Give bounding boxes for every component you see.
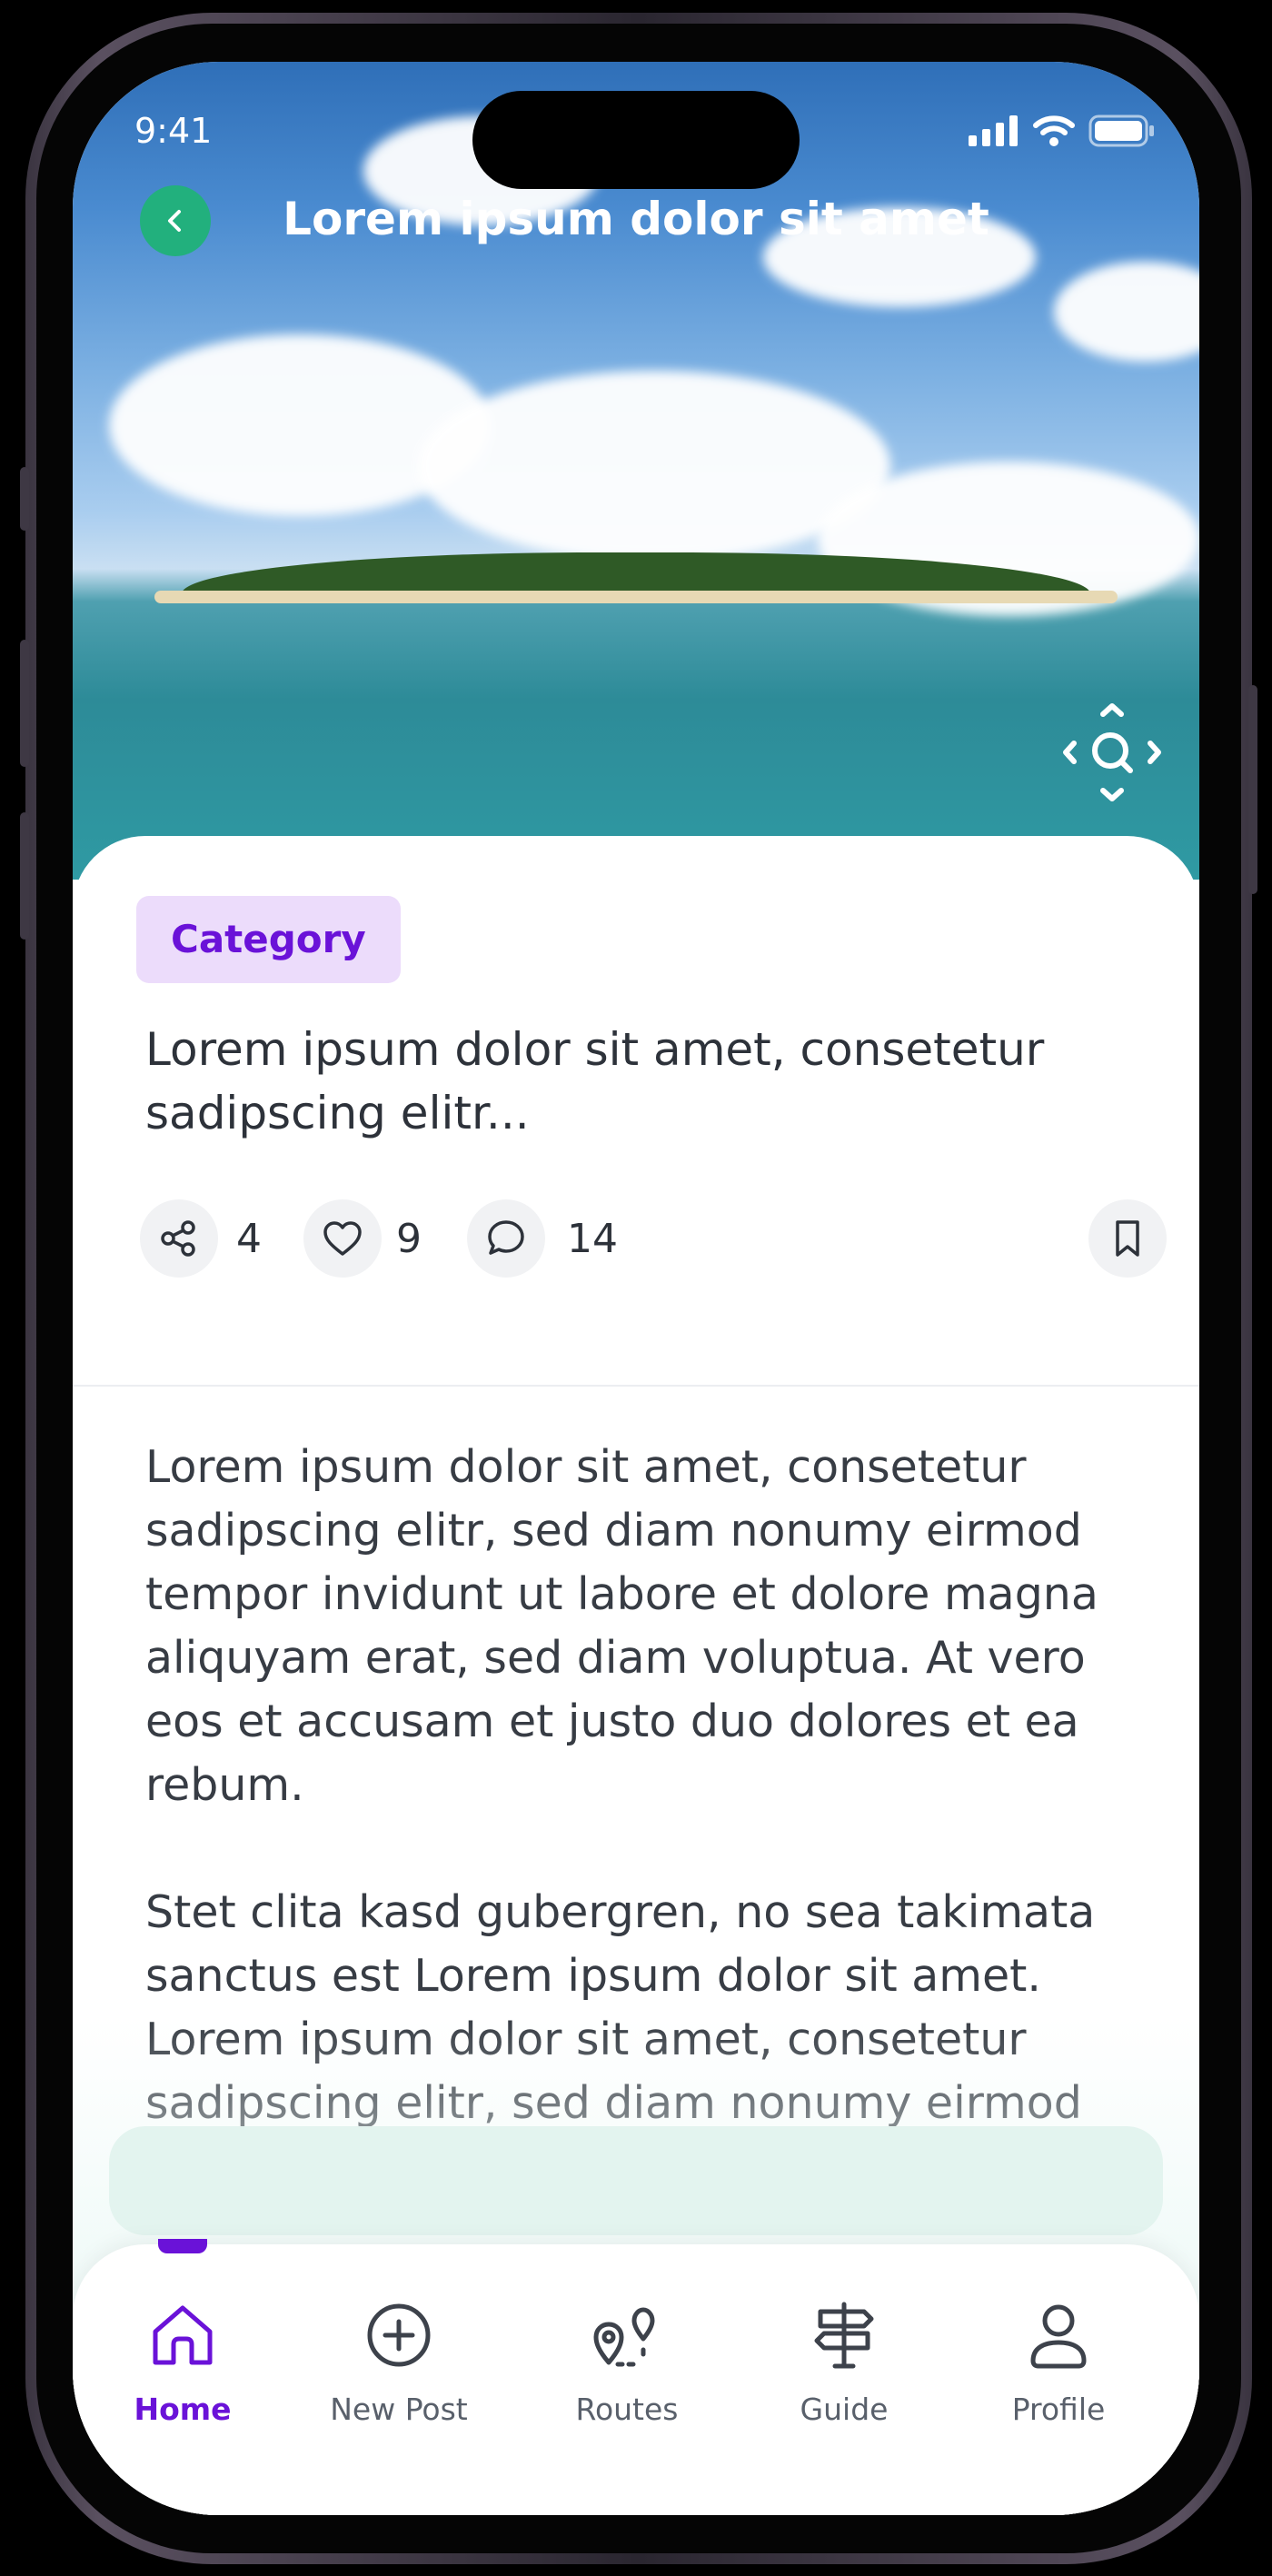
author-card-peek <box>109 2126 1163 2235</box>
tab-routes[interactable]: Routes <box>536 2244 718 2515</box>
like-count: 9 <box>396 1216 422 1262</box>
screen: 9:41 Lorem ipsum dolor sit amet Category… <box>73 62 1199 2515</box>
wifi-icon <box>1033 115 1075 146</box>
explore-map-icon[interactable] <box>1058 698 1167 807</box>
share-icon <box>161 1220 195 1257</box>
active-tab-indicator <box>158 2239 207 2253</box>
volume-up-button <box>20 640 29 767</box>
post-stats: 4 9 14 <box>140 1199 1167 1278</box>
comment-icon <box>488 1220 524 1255</box>
home-icon <box>153 2305 213 2365</box>
divider <box>73 1385 1199 1387</box>
tab-label: Profile <box>1011 2392 1106 2427</box>
post-paragraph: Lorem ipsum dolor sit amet, consetetur s… <box>145 1441 1098 1811</box>
tab-profile[interactable]: Profile <box>968 2244 1149 2515</box>
battery-icon <box>1088 114 1154 147</box>
power-button <box>1248 685 1257 894</box>
category-badge[interactable]: Category <box>136 896 401 983</box>
status-icons <box>969 114 1156 147</box>
tab-label: Home <box>134 2392 232 2427</box>
cloud <box>1054 262 1199 362</box>
post-title: Lorem ipsum dolor sit amet, consetetur s… <box>145 1023 1045 1139</box>
heart-icon <box>323 1221 362 1256</box>
beach <box>154 591 1118 603</box>
bookmark-button[interactable] <box>1088 1199 1167 1278</box>
plus-circle-icon <box>367 2303 431 2367</box>
page-title: Lorem ipsum dolor sit amet <box>283 193 989 245</box>
user-icon <box>1030 2304 1087 2369</box>
share-count: 4 <box>236 1216 262 1262</box>
like-button[interactable] <box>303 1199 382 1278</box>
signpost-icon <box>814 2302 874 2369</box>
share-button[interactable] <box>140 1199 218 1278</box>
tab-label: New Post <box>330 2392 468 2427</box>
mute-switch <box>20 467 29 531</box>
tab-new-post[interactable]: New Post <box>308 2244 490 2515</box>
comment-count: 14 <box>567 1216 618 1262</box>
routes-icon <box>593 2307 655 2367</box>
tab-guide[interactable]: Guide <box>753 2244 935 2515</box>
tab-label: Routes <box>575 2392 679 2427</box>
signal-icon <box>969 115 1018 146</box>
volume-down-button <box>20 812 29 940</box>
tab-home[interactable]: Home <box>92 2239 273 2515</box>
comment-button[interactable] <box>467 1199 545 1278</box>
bookmark-icon <box>1116 1220 1139 1257</box>
tab-bar: Home New Post Routes Guide Profile <box>73 2239 1199 2515</box>
tab-label: Guide <box>800 2392 889 2427</box>
dynamic-island <box>472 91 800 189</box>
status-time: 9:41 <box>134 111 213 151</box>
